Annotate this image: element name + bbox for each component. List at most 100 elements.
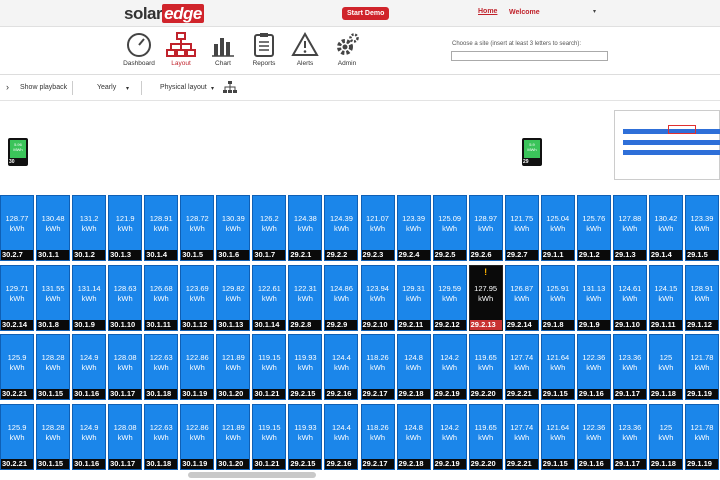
- layout-mode-select[interactable]: Physical layout: [160, 84, 207, 91]
- panel-module[interactable]: 127.88 kWh 29.1.3: [612, 195, 647, 261]
- panel-module[interactable]: 128.08 kWh 30.1.17: [108, 334, 143, 400]
- panel-module[interactable]: 126.68 kWh 30.1.11: [144, 264, 179, 331]
- minimap-viewport[interactable]: [668, 125, 696, 134]
- panel-module[interactable]: 124.38 kWh 29.2.1: [288, 195, 323, 261]
- layout-minimap[interactable]: [614, 110, 720, 180]
- nav-alerts[interactable]: Alerts: [285, 32, 325, 67]
- logical-layout-icon[interactable]: [223, 81, 237, 94]
- chevron-right-icon[interactable]: ›: [6, 82, 9, 92]
- panel-module[interactable]: 125.04 kWh 29.1.1: [540, 195, 575, 261]
- panel-module[interactable]: 123.39 kWh 29.1.5: [684, 195, 719, 261]
- panel-module[interactable]: 119.15 kWh 30.1.21: [252, 403, 287, 470]
- panel-module[interactable]: 121.07 kWh 29.2.3: [360, 195, 395, 261]
- panel-module[interactable]: 123.69 kWh 30.1.12: [180, 264, 215, 331]
- panel-module[interactable]: 125 kWh 29.1.18: [648, 403, 683, 470]
- panel-module[interactable]: 125.76 kWh 29.1.2: [576, 195, 611, 261]
- panel-module[interactable]: 128.72 kWh 30.1.5: [180, 195, 215, 261]
- panel-module[interactable]: 124.4 kWh 29.2.16: [324, 403, 359, 470]
- panel-module[interactable]: 128.97 kWh 29.2.6: [468, 195, 503, 261]
- panel-module[interactable]: 127.74 kWh 29.2.21: [504, 403, 539, 470]
- panel-module[interactable]: 119.65 kWh 29.2.20: [468, 403, 503, 470]
- inverter-29[interactable]: 5.9 MWh 29: [522, 138, 542, 166]
- panel-module[interactable]: 121.64 kWh 29.1.15: [540, 334, 575, 400]
- panel-module[interactable]: 124.15 kWh 29.1.11: [648, 264, 683, 331]
- panel-module[interactable]: 121.78 kWh 29.1.19: [684, 334, 719, 400]
- panel-module[interactable]: 118.26 kWh 29.2.17: [360, 403, 395, 470]
- chevron-down-icon[interactable]: ▾: [211, 85, 214, 92]
- panel-module[interactable]: 124.2 kWh 29.2.19: [432, 334, 467, 400]
- panel-module[interactable]: 122.86 kWh 30.1.19: [180, 334, 215, 400]
- panel-module[interactable]: 123.39 kWh 29.2.4: [396, 195, 431, 261]
- panel-module[interactable]: 131.14 kWh 30.1.9: [72, 264, 107, 331]
- panel-module[interactable]: 119.93 kWh 29.2.15: [288, 334, 323, 400]
- panel-module[interactable]: 124.86 kWh 29.2.9: [324, 264, 359, 331]
- panel-module[interactable]: 119.15 kWh 30.1.21: [252, 334, 287, 400]
- panel-module[interactable]: 129.71 kWh 30.2.14: [0, 264, 34, 331]
- panel-module[interactable]: 124.9 kWh 30.1.16: [72, 334, 107, 400]
- nav-dashboard[interactable]: Dashboard: [119, 32, 159, 67]
- panel-module[interactable]: 124.8 kWh 29.2.18: [396, 334, 431, 400]
- panel-module[interactable]: 128.28 kWh 30.1.15: [36, 403, 71, 470]
- home-link[interactable]: Home: [478, 8, 497, 15]
- panel-module[interactable]: 126.87 kWh 29.2.14: [504, 264, 539, 331]
- panel-module[interactable]: 124.4 kWh 29.2.16: [324, 334, 359, 400]
- panel-module[interactable]: 121.89 kWh 30.1.20: [216, 403, 251, 470]
- panel-module[interactable]: 131.2 kWh 30.1.2: [72, 195, 107, 261]
- welcome-menu[interactable]: Welcome: [509, 9, 540, 16]
- panel-module[interactable]: 128.91 kWh 29.1.12: [684, 264, 719, 331]
- panel-module[interactable]: 121.9 kWh 30.1.3: [108, 195, 143, 261]
- panel-module[interactable]: 129.82 kWh 30.1.13: [216, 264, 251, 331]
- chevron-down-icon[interactable]: ▾: [126, 85, 129, 92]
- solaredge-logo[interactable]: solar edge: [124, 4, 204, 24]
- panel-module[interactable]: 128.08 kWh 30.1.17: [108, 403, 143, 470]
- panel-module[interactable]: 122.36 kWh 29.1.16: [576, 334, 611, 400]
- panel-module[interactable]: 122.63 kWh 30.1.18: [144, 403, 179, 470]
- panel-module[interactable]: 121.78 kWh 29.1.19: [684, 403, 719, 470]
- inverter-30[interactable]: 5.96 MWh 30: [8, 138, 28, 166]
- panel-module[interactable]: 125.9 kWh 30.2.21: [0, 334, 34, 400]
- panel-module[interactable]: 123.36 kWh 29.1.17: [612, 334, 647, 400]
- panel-module[interactable]: 125.9 kWh 30.2.21: [0, 403, 34, 470]
- panel-module[interactable]: 122.36 kWh 29.1.16: [576, 403, 611, 470]
- panel-module[interactable]: 130.48 kWh 30.1.1: [36, 195, 71, 261]
- panel-module[interactable]: 126.2 kWh 30.1.7: [252, 195, 287, 261]
- panel-module-alert[interactable]: ! 127.95 kWh 29.2.13: [468, 264, 503, 331]
- panel-module[interactable]: 131.13 kWh 29.1.9: [576, 264, 611, 331]
- panel-module[interactable]: 130.42 kWh 29.1.4: [648, 195, 683, 261]
- panel-module[interactable]: 119.65 kWh 29.2.20: [468, 334, 503, 400]
- panel-module[interactable]: 124.2 kWh 29.2.19: [432, 403, 467, 470]
- site-search-input[interactable]: [451, 51, 608, 61]
- period-select[interactable]: Yearly: [97, 84, 116, 91]
- nav-reports[interactable]: Reports: [244, 32, 284, 67]
- panel-module[interactable]: 124.39 kWh 29.2.2: [324, 195, 359, 261]
- panel-module[interactable]: 131.55 kWh 30.1.8: [36, 264, 71, 331]
- horizontal-scrollbar[interactable]: [188, 472, 316, 478]
- chevron-down-icon[interactable]: ▾: [593, 8, 596, 15]
- panel-module[interactable]: 118.26 kWh 29.2.17: [360, 334, 395, 400]
- show-playback-button[interactable]: Show playback: [20, 84, 67, 91]
- panel-module[interactable]: 128.77 kWh 30.2.7: [0, 195, 34, 261]
- panel-module[interactable]: 128.91 kWh 30.1.4: [144, 195, 179, 261]
- panel-module[interactable]: 125 kWh 29.1.18: [648, 334, 683, 400]
- nav-admin[interactable]: Admin: [327, 32, 367, 67]
- panel-module[interactable]: 123.94 kWh 29.2.10: [360, 264, 395, 331]
- panel-module[interactable]: 129.31 kWh 29.2.11: [396, 264, 431, 331]
- panel-module[interactable]: 125.09 kWh 29.2.5: [432, 195, 467, 261]
- panel-module[interactable]: 124.61 kWh 29.1.10: [612, 264, 647, 331]
- panel-module[interactable]: 128.63 kWh 30.1.10: [108, 264, 143, 331]
- panel-module[interactable]: 121.64 kWh 29.1.15: [540, 403, 575, 470]
- nav-chart[interactable]: Chart: [203, 32, 243, 67]
- panel-module[interactable]: 127.74 kWh 29.2.21: [504, 334, 539, 400]
- panel-module[interactable]: 129.59 kWh 29.2.12: [432, 264, 467, 331]
- nav-layout[interactable]: Layout: [161, 32, 201, 67]
- panel-module[interactable]: 119.93 kWh 29.2.15: [288, 403, 323, 470]
- panel-module[interactable]: 122.63 kWh 30.1.18: [144, 334, 179, 400]
- panel-module[interactable]: 125.91 kWh 29.1.8: [540, 264, 575, 331]
- panel-module[interactable]: 122.61 kWh 30.1.14: [252, 264, 287, 331]
- panel-module[interactable]: 123.36 kWh 29.1.17: [612, 403, 647, 470]
- panel-module[interactable]: 128.28 kWh 30.1.15: [36, 334, 71, 400]
- panel-module[interactable]: 121.75 kWh 29.2.7: [504, 195, 539, 261]
- start-demo-button[interactable]: Start Demo: [342, 7, 390, 20]
- panel-module[interactable]: 121.89 kWh 30.1.20: [216, 334, 251, 400]
- panel-module[interactable]: 124.8 kWh 29.2.18: [396, 403, 431, 470]
